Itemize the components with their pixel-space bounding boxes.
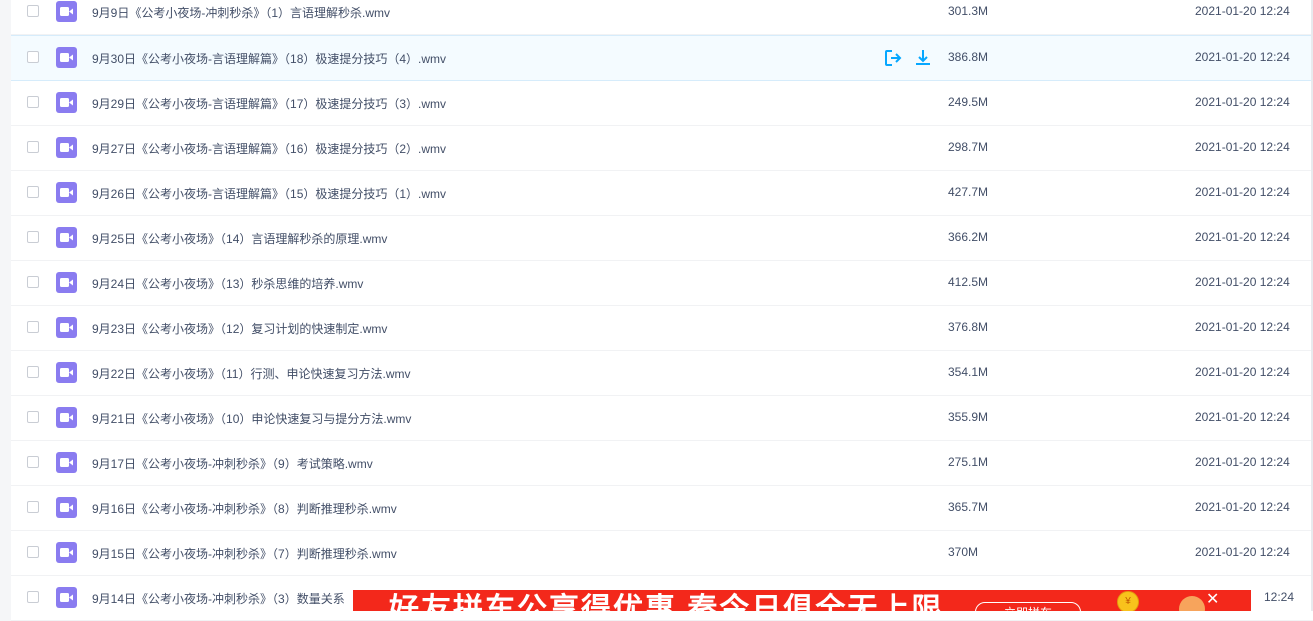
row-checkbox[interactable] <box>27 51 39 63</box>
file-size: 301.3M <box>948 4 989 18</box>
coin-icon: ¥ <box>1117 591 1139 611</box>
share-icon[interactable] <box>883 48 903 68</box>
file-date: 2021-01-20 12:24 <box>1195 320 1290 334</box>
video-file-icon <box>56 92 77 113</box>
row-actions <box>883 48 943 71</box>
file-date: 2021-01-20 12:24 <box>1195 50 1290 64</box>
file-date: 2021-01-20 12:24 <box>1195 275 1290 289</box>
file-size: 249.5M <box>948 95 989 109</box>
file-row[interactable]: 9月27日《公考小夜场-言语理解篇》（16）极速提分技巧（2）.wmv 298.7… <box>11 126 1313 171</box>
row-checkbox[interactable] <box>27 231 39 243</box>
file-name[interactable]: 9月17日《公考小夜场-冲刺秒杀》（9）考试策略.wmv <box>92 455 373 472</box>
file-date: 2021-01-20 12:24 <box>1195 140 1290 154</box>
row-checkbox[interactable] <box>27 276 39 288</box>
video-file-icon <box>56 1 77 22</box>
row-checkbox[interactable] <box>27 321 39 333</box>
video-file-icon <box>56 182 77 203</box>
file-list: 9月9日《公考小夜场-冲刺秒杀》（1）言语理解秒杀.wmv 301.3M 2021-… <box>11 0 1313 621</box>
row-checkbox[interactable] <box>27 501 39 513</box>
file-name[interactable]: 9月14日《公考小夜场-冲刺秒杀》（3）数量关系 <box>92 590 345 607</box>
file-date: 2021-01-20 12:24 <box>1195 95 1290 109</box>
file-size: 365.7M <box>948 500 989 514</box>
file-size: 370M <box>948 545 979 559</box>
file-date: 2021-01-20 12:24 <box>1195 500 1290 514</box>
row-checkbox[interactable] <box>27 186 39 198</box>
file-row[interactable]: 9月22日《公考小夜场》（11）行测、申论快速复习方法.wmv 354.1M 202… <box>11 351 1313 396</box>
video-file-icon <box>56 587 77 608</box>
file-row[interactable]: 9月29日《公考小夜场-言语理解篇》（17）极速提分技巧（3）.wmv 249.5… <box>11 81 1313 126</box>
file-date: 2021-01-20 12:24 <box>1195 545 1290 559</box>
file-date: 2021-01-20 12:24 <box>1195 455 1290 469</box>
file-size: 376.8M <box>948 320 989 334</box>
file-date: 2021-01-20 12:24 <box>1195 410 1290 424</box>
file-date: 2021-01-20 12:24 <box>1195 230 1290 244</box>
video-file-icon <box>56 317 77 338</box>
video-file-icon <box>56 497 77 518</box>
promo-banner-text: 好友拼车公享得优惠 秦今日俱全无上限 <box>389 593 944 612</box>
video-file-icon <box>56 542 77 563</box>
file-row[interactable]: 9月25日《公考小夜场》（14）言语理解秒杀的原理.wmv 366.2M 2021-… <box>11 216 1313 261</box>
file-name[interactable]: 9月27日《公考小夜场-言语理解篇》（16）极速提分技巧（2）.wmv <box>92 140 446 157</box>
row-checkbox[interactable] <box>27 411 39 423</box>
row-checkbox[interactable] <box>27 96 39 108</box>
video-file-icon <box>56 407 77 428</box>
row-checkbox[interactable] <box>27 456 39 468</box>
promo-banner[interactable]: 好友拼车公享得优惠 秦今日俱全无上限 立即拼车 ¥ ✕ <box>353 590 1251 611</box>
download-icon[interactable] <box>913 48 933 68</box>
close-icon[interactable]: ✕ <box>1206 592 1219 608</box>
promo-banner-button[interactable]: 立即拼车 <box>975 602 1081 611</box>
file-name[interactable]: 9月9日《公考小夜场-冲刺秒杀》（1）言语理解秒杀.wmv <box>92 4 390 21</box>
file-size: 386.8M <box>948 50 989 64</box>
row-checkbox[interactable] <box>27 366 39 378</box>
file-name[interactable]: 9月29日《公考小夜场-言语理解篇》（17）极速提分技巧（3）.wmv <box>92 95 446 112</box>
file-name[interactable]: 9月16日《公考小夜场-冲刺秒杀》（8）判断推理秒杀.wmv <box>92 500 397 517</box>
file-date: 2021-01-20 12:24 <box>1195 185 1290 199</box>
video-file-icon <box>56 47 77 68</box>
file-name[interactable]: 9月15日《公考小夜场-冲刺秒杀》（7）判断推理秒杀.wmv <box>92 545 397 562</box>
file-size: 275.1M <box>948 455 989 469</box>
video-file-icon <box>56 362 77 383</box>
file-size: 412.5M <box>948 275 989 289</box>
video-file-icon <box>56 272 77 293</box>
file-name[interactable]: 9月22日《公考小夜场》（11）行测、申论快速复习方法.wmv <box>92 365 410 382</box>
file-row[interactable]: 9月26日《公考小夜场-言语理解篇》（15）极速提分技巧（1）.wmv 427.7… <box>11 171 1313 216</box>
file-row[interactable]: 9月30日《公考小夜场-言语理解篇》（18）极速提分技巧（4）.wmv 386.8… <box>11 35 1313 81</box>
row-checkbox[interactable] <box>27 546 39 558</box>
file-row[interactable]: 9月9日《公考小夜场-冲刺秒杀》（1）言语理解秒杀.wmv 301.3M 2021-… <box>11 0 1313 35</box>
video-file-icon <box>56 227 77 248</box>
row-checkbox[interactable] <box>27 5 39 17</box>
file-row[interactable]: 9月15日《公考小夜场-冲刺秒杀》（7）判断推理秒杀.wmv 370M 2021-0… <box>11 531 1313 576</box>
decoration-ball <box>1179 596 1205 611</box>
file-size: 354.1M <box>948 365 989 379</box>
file-row[interactable]: 9月16日《公考小夜场-冲刺秒杀》（8）判断推理秒杀.wmv 365.7M 2021… <box>11 486 1313 531</box>
video-file-icon <box>56 137 77 158</box>
file-size: 298.7M <box>948 140 989 154</box>
file-name[interactable]: 9月24日《公考小夜场》（13）秒杀思维的培养.wmv <box>92 275 363 292</box>
row-checkbox[interactable] <box>27 141 39 153</box>
row-checkbox[interactable] <box>27 591 39 603</box>
file-row[interactable]: 9月23日《公考小夜场》（12）复习计划的快速制定.wmv 376.8M 2021-… <box>11 306 1313 351</box>
file-name[interactable]: 9月30日《公考小夜场-言语理解篇》（18）极速提分技巧（4）.wmv <box>92 50 446 67</box>
file-name[interactable]: 9月21日《公考小夜场》（10）申论快速复习与提分方法.wmv <box>92 410 411 427</box>
file-name[interactable]: 9月26日《公考小夜场-言语理解篇》（15）极速提分技巧（1）.wmv <box>92 185 446 202</box>
file-date: 12:24 <box>1264 590 1295 604</box>
file-name[interactable]: 9月25日《公考小夜场》（14）言语理解秒杀的原理.wmv <box>92 230 387 247</box>
file-size: 355.9M <box>948 410 989 424</box>
file-row[interactable]: 9月17日《公考小夜场-冲刺秒杀》（9）考试策略.wmv 275.1M 2021-0… <box>11 441 1313 486</box>
file-size: 427.7M <box>948 185 989 199</box>
file-name[interactable]: 9月23日《公考小夜场》（12）复习计划的快速制定.wmv <box>92 320 387 337</box>
file-size: 366.2M <box>948 230 989 244</box>
file-date: 2021-01-20 12:24 <box>1195 4 1290 18</box>
file-row[interactable]: 9月21日《公考小夜场》（10）申论快速复习与提分方法.wmv 355.9M 202… <box>11 396 1313 441</box>
file-date: 2021-01-20 12:24 <box>1195 365 1290 379</box>
file-row[interactable]: 9月24日《公考小夜场》（13）秒杀思维的培养.wmv 412.5M 2021-01… <box>11 261 1313 306</box>
video-file-icon <box>56 452 77 473</box>
